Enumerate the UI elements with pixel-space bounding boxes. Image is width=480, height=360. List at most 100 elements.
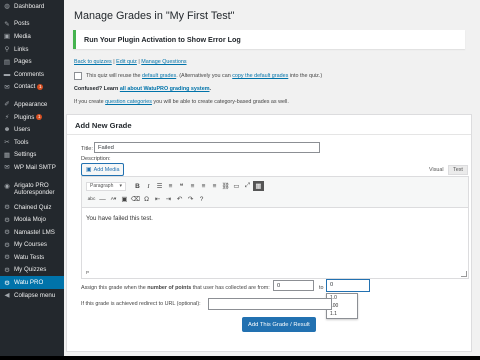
redirect-url-input[interactable] <box>208 298 332 310</box>
grade-title-input[interactable]: Failed <box>94 142 320 153</box>
indent-icon[interactable]: ⇥ <box>163 194 174 204</box>
sidebar-item-settings[interactable]: ▦ Settings <box>0 149 64 162</box>
namaste-lms-icon: ⚙ <box>4 229 10 237</box>
read-more-icon[interactable]: ▭ <box>231 181 242 191</box>
question-categories-link[interactable]: question categories <box>105 99 152 105</box>
reuse-grades-checkbox[interactable] <box>74 72 82 80</box>
align-left-icon[interactable]: ≡ <box>187 181 198 191</box>
grading-system-link[interactable]: all about WatuPRO grading system <box>120 86 210 92</box>
blockquote-icon[interactable]: ❝ <box>176 181 187 191</box>
confused-note: Confused? Learn all about WatuPRO gradin… <box>74 86 211 92</box>
to-label: to <box>319 285 324 291</box>
editor-content[interactable]: You have failed this test. <box>86 215 153 222</box>
add-media-button[interactable]: ▣ Add Media <box>81 163 125 176</box>
sidebar-item-label: Comments <box>14 70 44 78</box>
sidebar-item-label: Watu PRO <box>14 279 44 287</box>
points-to-input[interactable]: 0 <box>326 279 370 292</box>
horizontal-line-icon[interactable]: — <box>97 194 108 204</box>
fullscreen-icon[interactable]: ⤢ <box>242 181 253 191</box>
sidebar-item-posts[interactable]: ✎ Posts <box>0 18 64 31</box>
bullet-list-icon[interactable]: ☰ <box>154 181 165 191</box>
sidebar-item-pages[interactable]: ▤ Pages <box>0 55 64 68</box>
toolbar-row-2: abc — A▾ ▣ ⌫ Ω ⇤ ⇥ ↶ ↷? <box>86 193 207 205</box>
add-grade-button[interactable]: Add This Grade / Result <box>242 317 316 332</box>
sidebar-item-my-quizzes[interactable]: ⚙ My Quizzes <box>0 264 64 277</box>
sidebar-item-chained-quiz[interactable]: ⚙ Chained Quiz <box>0 201 64 214</box>
copy-default-grades-link[interactable]: copy the default grades <box>232 73 288 79</box>
italic-icon[interactable]: I <box>143 181 154 191</box>
screen: ◍ Dashboard ✎ Posts ▣ Media ⚲ Links ▤ Pages ▬ Comme… <box>0 0 480 356</box>
sidebar-item-comments[interactable]: ▬ Comments <box>0 68 64 81</box>
help-icon[interactable]: ? <box>196 194 207 204</box>
title-label: Title: <box>81 146 93 152</box>
reuse-text: This quiz will reuse the default grades.… <box>86 73 323 79</box>
undo-icon[interactable]: ↶ <box>174 194 185 204</box>
sidebar-item-media[interactable]: ▣ Media <box>0 30 64 43</box>
points-from-input[interactable]: 0 <box>273 280 314 291</box>
sidebar-item-links[interactable]: ⚲ Links <box>0 43 64 56</box>
format-select-value: Paragraph <box>90 183 114 189</box>
sidebar-item-my-courses[interactable]: ⚙ My Courses <box>0 239 64 252</box>
notification-badge: 1 <box>36 114 43 121</box>
tab-visual[interactable]: Visual <box>425 166 448 174</box>
sidebar-item-moola-mojo[interactable]: ⚙ Moola Mojo <box>0 213 64 226</box>
bold-icon[interactable]: B <box>132 181 143 191</box>
editor-path: P <box>86 270 90 275</box>
toolbar-row-1: Paragraph ▾ B I ☰ ≡ ❝ ≡ ≡ ≡ ⛓ ▭ ⤢ ▦ <box>86 180 264 192</box>
sidebar-item-label: Links <box>14 45 29 53</box>
notification-badge: 1 <box>37 83 44 90</box>
sidebar-item-label: Media <box>14 32 31 40</box>
paste-text-icon[interactable]: ▣ <box>119 194 130 204</box>
sidebar-item-wp-mail-smtp[interactable]: ✉ WP Mail SMTP <box>0 161 64 174</box>
admin-sidebar: ◍ Dashboard ✎ Posts ▣ Media ⚲ Links ▤ Pages ▬ Comme… <box>0 0 64 356</box>
manage-questions-link[interactable]: Manage Questions <box>141 59 186 65</box>
brush-icon: ✐ <box>4 101 10 109</box>
sidebar-item-namaste-lms[interactable]: ⚙ Namaste! LMS <box>0 226 64 239</box>
sidebar-item-label: WP Mail SMTP <box>14 163 56 171</box>
text-color-icon[interactable]: A▾ <box>108 194 119 204</box>
sidebar-item-label: Tools <box>14 138 29 146</box>
default-grades-link[interactable]: default grades <box>142 73 176 79</box>
sidebar-item-collapse-menu[interactable]: ◀ Collapse menu <box>0 289 64 302</box>
outdent-icon[interactable]: ⇤ <box>152 194 163 204</box>
my-quizzes-icon: ⚙ <box>4 266 10 274</box>
resize-handle[interactable] <box>461 271 467 277</box>
sidebar-item-watu-pro[interactable]: ⚙ Watu PRO <box>0 276 64 289</box>
sidebar-item-plugins[interactable]: ⚡ Plugins 1 <box>0 111 64 124</box>
toolbar-toggle-icon[interactable]: ▦ <box>253 181 264 191</box>
sidebar-item-contact[interactable]: ✉ Contact 1 <box>0 81 64 94</box>
align-right-icon[interactable]: ≡ <box>209 181 220 191</box>
dashboard-icon: ◍ <box>4 3 10 11</box>
sidebar-item-label: Appearance <box>14 100 48 108</box>
watu-pro-icon: ⚙ <box>4 279 10 287</box>
clear-formatting-icon[interactable]: ⌫ <box>130 194 141 204</box>
sidebar-item-appearance[interactable]: ✐ Appearance <box>0 98 64 111</box>
sidebar-item-tools[interactable]: ✂ Tools <box>0 136 64 149</box>
align-center-icon[interactable]: ≡ <box>198 181 209 191</box>
back-to-quizzes-link[interactable]: Back to quizzes <box>74 59 112 65</box>
sidebar-item-arigato-pro-autoresponder[interactable]: ◉ Arigato PRO Autoresponder <box>0 179 64 201</box>
sidebar-item-users[interactable]: ☻ Users <box>0 123 64 136</box>
format-select[interactable]: Paragraph ▾ <box>86 181 126 191</box>
special-character-icon[interactable]: Ω <box>141 194 152 204</box>
sidebar-item-label: My Courses <box>14 241 48 249</box>
comment-icon: ▬ <box>3 70 11 78</box>
autocomplete-option[interactable]: 1.1 <box>327 310 357 318</box>
sidebar-item-label: Users <box>14 126 31 134</box>
sidebar-item-label: Moola Mojo <box>14 216 46 224</box>
tab-text[interactable]: Text <box>448 165 468 175</box>
redo-icon[interactable]: ↷ <box>185 194 196 204</box>
my-courses-icon: ⚙ <box>4 241 10 249</box>
activation-notice: Run Your Plugin Activation to Show Error… <box>73 30 465 49</box>
redirect-label: If this grade is achieved redirect to UR… <box>81 301 201 307</box>
sidebar-item-dashboard[interactable]: ◍ Dashboard <box>0 0 64 13</box>
link-icon[interactable]: ⛓ <box>220 181 231 191</box>
edit-quiz-link[interactable]: Edit quiz <box>116 59 137 65</box>
plugin-icon: ⚡ <box>4 114 10 122</box>
sidebar-item-watu-tests[interactable]: ⚙ Watu Tests <box>0 251 64 264</box>
category-note: If you create question categories you wi… <box>74 99 289 105</box>
sidebar-item-label: Pages <box>14 58 32 66</box>
panel-heading: Add New Grade <box>75 121 132 130</box>
strikethrough-icon[interactable]: abc <box>86 194 97 204</box>
numbered-list-icon[interactable]: ≡ <box>165 181 176 191</box>
